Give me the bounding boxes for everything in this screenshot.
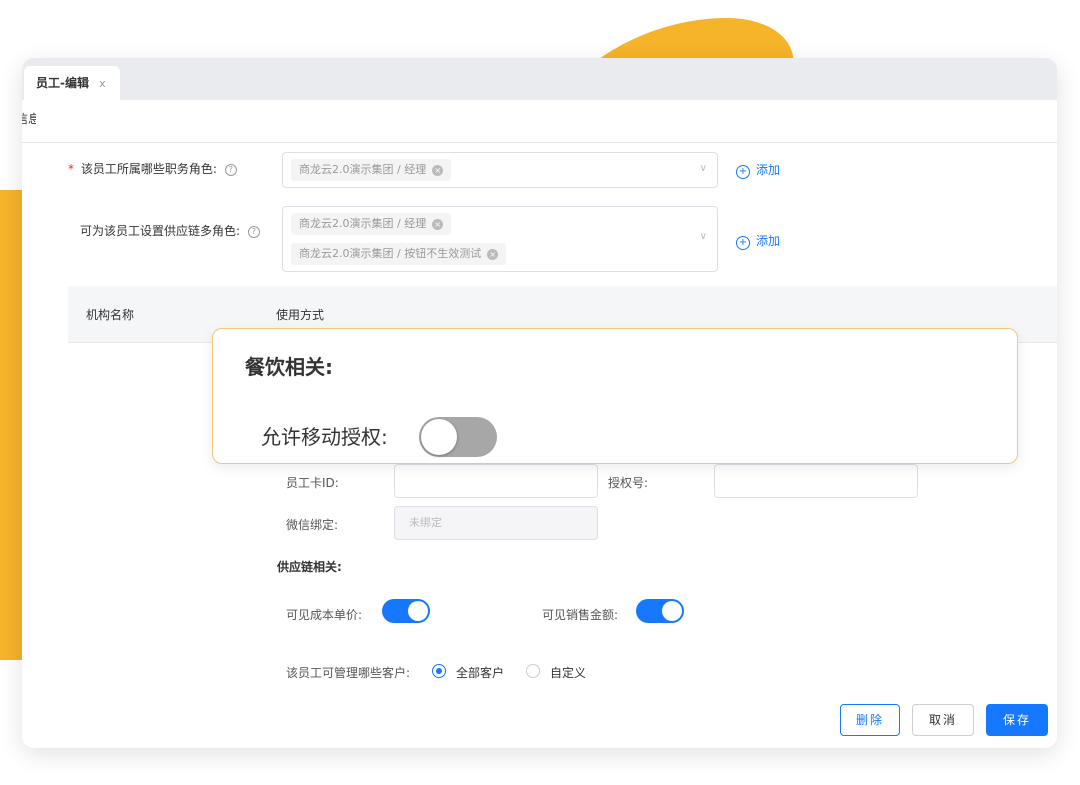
auth-no-input[interactable] [714,464,918,498]
toggle-knob [421,419,457,455]
delete-button[interactable]: 删除 [840,704,900,736]
help-icon[interactable]: ? [224,163,237,176]
toggle-knob [662,601,682,621]
toggle-knob [408,601,428,621]
supply-roles-label: 可为该员工设置供应链多角色: ? [80,222,260,239]
add-circle-icon: + [736,165,750,179]
add-label: 添加 [756,163,781,177]
tab-employee-edit[interactable]: 员工-编辑 x [24,66,120,100]
role-chip: 商龙云2.0演示集团 / 按钮不生效测试 × [291,243,507,265]
customers-label: 该员工可管理哪些客户: [286,666,411,680]
auth-no-label: 授权号: [608,476,649,490]
position-roles-select[interactable]: 商龙云2.0演示集团 / 经理 × ∨ [282,152,718,188]
add-supply-role-button[interactable]: + 添加 [736,232,780,250]
position-roles-label-text: 该员工所属哪些职务角色: [80,162,217,176]
card-id-label: 员工卡ID: [286,476,339,490]
help-icon[interactable]: ? [247,225,260,238]
close-icon[interactable]: x [99,77,106,90]
close-icon[interactable]: × [432,164,444,176]
close-icon[interactable]: × [432,218,444,230]
chevron-down-icon: ∨ [699,231,707,242]
highlight-popup: 餐饮相关: 允许移动授权: [212,328,1018,464]
mobile-auth-toggle[interactable] [419,417,497,457]
radio-custom[interactable] [526,664,540,678]
cancel-button[interactable]: 取消 [912,704,974,736]
option-all-label: 全部客户 [456,666,505,680]
role-chip-label: 商龙云2.0演示集团 / 经理 [299,217,427,230]
save-button[interactable]: 保存 [986,704,1048,736]
column-header-org-name: 机构名称 [86,308,135,322]
add-label: 添加 [756,234,781,248]
radio-all-customers[interactable] [432,664,446,678]
supply-section-title: 供应链相关: [277,560,342,574]
tab-title: 员工-编辑 [36,76,89,90]
option-custom-label: 自定义 [550,666,587,680]
supply-roles-label-text: 可为该员工设置供应链多角色: [80,224,241,238]
card-id-input[interactable] [394,464,598,498]
sales-label: 可见销售金额: [542,608,619,622]
wechat-label: 微信绑定: [286,518,339,532]
close-icon[interactable]: × [487,248,499,260]
popup-title: 餐饮相关: [245,355,333,379]
mobile-auth-label: 允许移动授权: [261,425,388,449]
cost-toggle[interactable] [382,599,430,623]
add-circle-icon: + [736,236,750,250]
divider [22,142,1057,143]
position-roles-label: * 该员工所属哪些职务角色: ? [68,160,237,177]
role-chip-label: 商龙云2.0演示集团 / 按钮不生效测试 [299,247,482,260]
required-mark: * [68,162,74,176]
cost-label: 可见成本单价: [286,608,363,622]
wechat-bind-field: 未绑定 [394,506,598,540]
tab-bar: 员工-编辑 x [22,58,1057,100]
section-label: 信息 [22,112,36,126]
sales-toggle[interactable] [636,599,684,623]
add-position-role-button[interactable]: + 添加 [736,161,780,179]
column-header-usage: 使用方式 [276,308,325,322]
chevron-down-icon: ∨ [699,163,707,174]
supply-roles-select[interactable]: 商龙云2.0演示集团 / 经理 × 商龙云2.0演示集团 / 按钮不生效测试 × ∨ [282,206,718,272]
role-chip: 商龙云2.0演示集团 / 经理 × [291,159,452,181]
role-chip: 商龙云2.0演示集团 / 经理 × [291,213,452,235]
role-chip-label: 商龙云2.0演示集团 / 经理 [299,163,427,176]
